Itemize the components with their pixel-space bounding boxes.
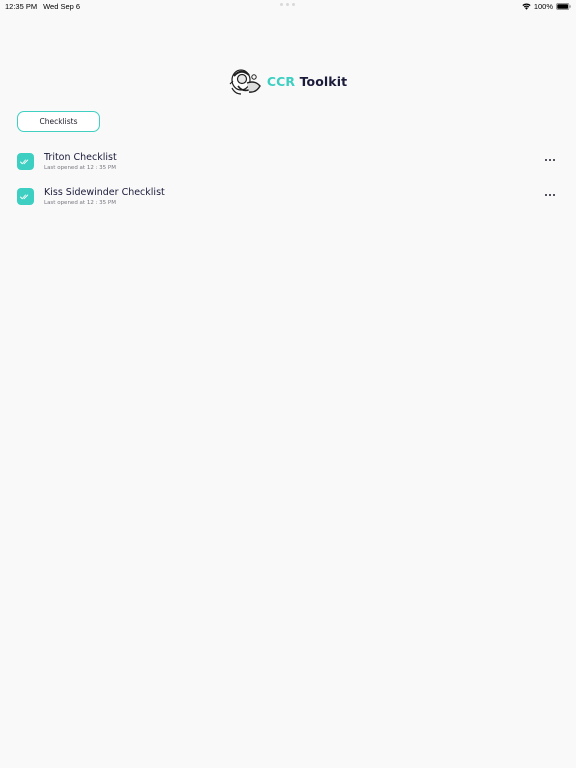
wifi-icon bbox=[522, 3, 531, 10]
tab-checklists[interactable]: Checklists bbox=[17, 111, 100, 132]
checklist-title: Triton Checklist bbox=[44, 152, 117, 163]
battery-percent: 100% bbox=[533, 2, 553, 11]
checklist-title: Kiss Sidewinder Checklist bbox=[44, 187, 165, 198]
double-check-icon bbox=[17, 153, 34, 170]
checklist-last-opened: Last opened at 12 : 35 PM bbox=[44, 200, 116, 206]
checklist-item-triton[interactable]: Triton Checklist Last opened at 12 : 35 … bbox=[0, 150, 576, 185]
battery-icon bbox=[556, 3, 571, 10]
diver-logo-icon bbox=[229, 66, 263, 96]
app-header: CCR Toolkit bbox=[0, 66, 576, 96]
checklist-item-kiss-sidewinder[interactable]: Kiss Sidewinder Checklist Last opened at… bbox=[0, 185, 576, 220]
more-options-icon[interactable] bbox=[543, 188, 557, 202]
app-title-accent: CCR bbox=[266, 73, 296, 89]
multitasking-dots-icon[interactable] bbox=[280, 3, 295, 6]
status-right: 100% bbox=[522, 2, 571, 11]
app-screen: 12:35 PM Wed Sep 6 100% CCR Toolkit Chec… bbox=[0, 0, 576, 768]
checklist-last-opened: Last opened at 12 : 35 PM bbox=[44, 165, 116, 171]
double-check-icon bbox=[17, 188, 34, 205]
checklist-list: Triton Checklist Last opened at 12 : 35 … bbox=[0, 150, 576, 220]
more-options-icon[interactable] bbox=[543, 153, 557, 167]
status-time: 12:35 PM bbox=[5, 2, 38, 11]
status-date: Wed Sep 6 bbox=[43, 2, 81, 11]
app-title-rest: Toolkit bbox=[299, 73, 348, 89]
status-bar: 12:35 PM Wed Sep 6 100% bbox=[0, 0, 576, 12]
status-left: 12:35 PM Wed Sep 6 bbox=[5, 2, 80, 11]
app-title: CCR Toolkit bbox=[267, 74, 347, 89]
